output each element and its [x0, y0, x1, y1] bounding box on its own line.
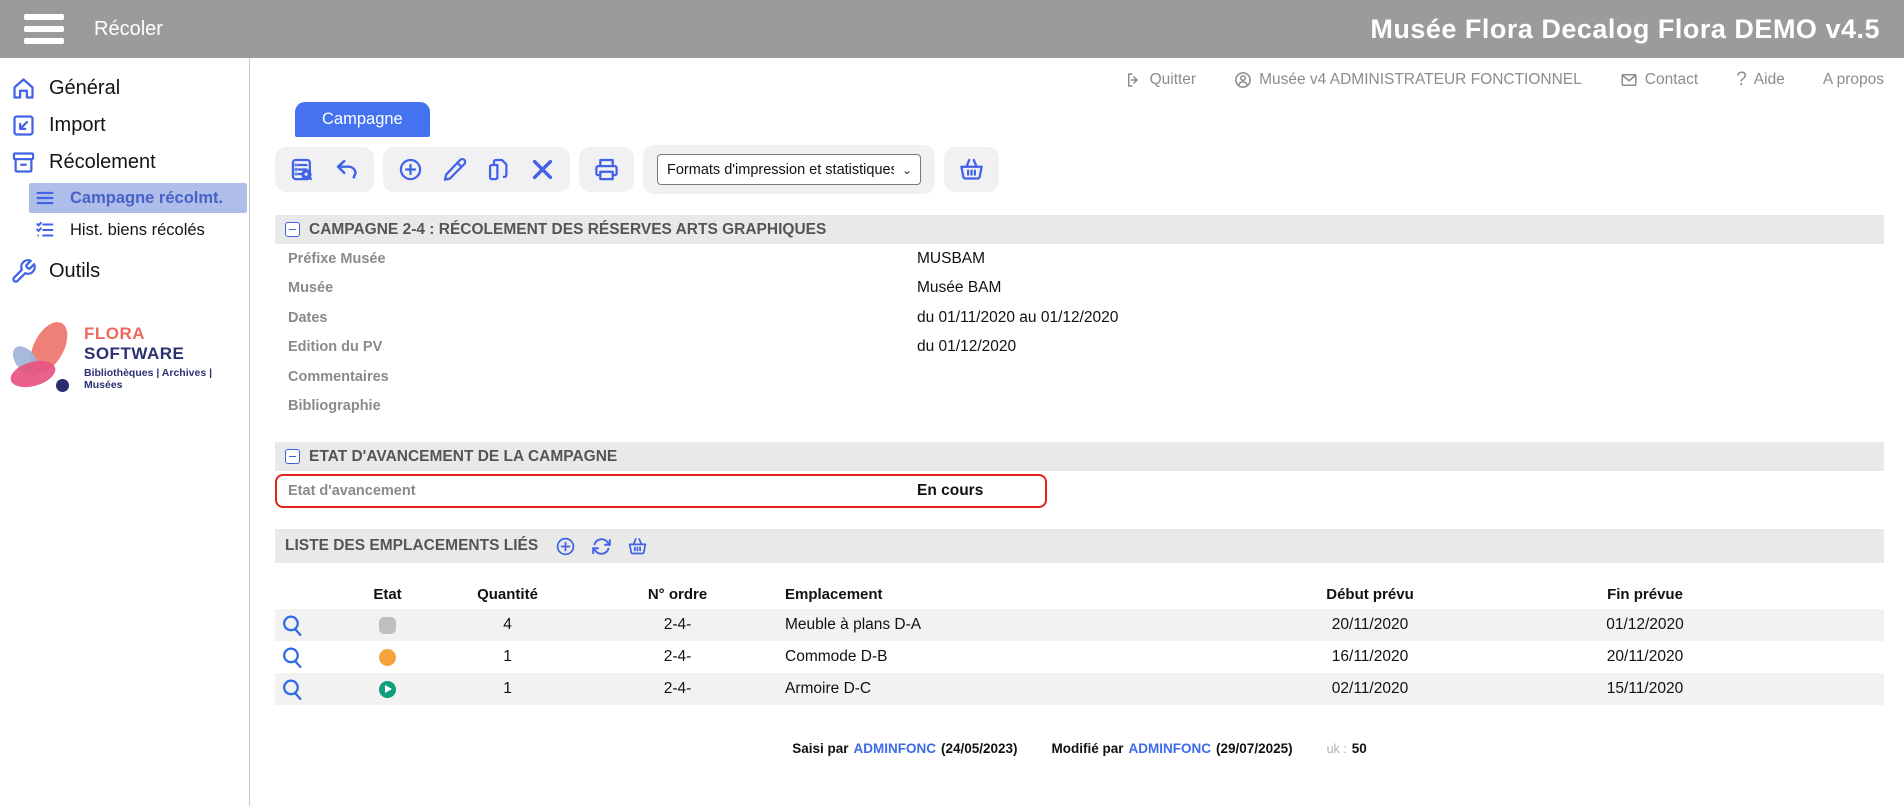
flora-logo-petals-icon — [10, 320, 72, 394]
wrench-icon — [10, 258, 37, 285]
print-format-pill: Formats d'impression et statistiques PV.… — [643, 145, 935, 194]
tab-campagne[interactable]: Campagne — [295, 102, 430, 137]
col-emplacement: Emplacement — [785, 586, 1260, 603]
basket-button[interactable] — [958, 156, 985, 183]
toolbar: Formats d'impression et statistiques PV.… — [275, 145, 1884, 194]
toolbar-group-navigation — [275, 147, 374, 192]
basket-pill — [944, 147, 999, 192]
progress-value: En cours — [917, 482, 1045, 500]
status-icon — [379, 617, 396, 634]
modifie-user-link[interactable]: ADMINFONC — [1129, 741, 1212, 756]
field-row-prefixe-musee: Préfixe Musée MUSBAM — [275, 244, 1884, 274]
app-title: Récoler — [94, 18, 163, 41]
home-icon — [10, 75, 37, 102]
envelope-icon — [1620, 71, 1638, 89]
flora-software-logo: FLORA SOFTWARE Bibliothèques | Archives … — [10, 320, 243, 394]
view-record-button[interactable] — [280, 677, 305, 702]
basket-location-button[interactable] — [627, 536, 648, 557]
locations-table-header: Etat Quantité N° ordre Emplacement Début… — [275, 579, 1884, 609]
delete-button[interactable] — [529, 156, 556, 183]
sidebar-item-general[interactable]: Général — [0, 70, 249, 107]
table-row: 1 2-4- Commode D-B 16/11/2020 20/11/2020 — [275, 641, 1884, 673]
table-row: 4 2-4- Meuble à plans D-A 20/11/2020 01/… — [275, 609, 1884, 641]
sidebar-item-label: Outils — [49, 260, 100, 283]
import-icon — [10, 112, 37, 139]
progress-section-header: ETAT D'AVANCEMENT DE LA CAMPAGNE — [275, 442, 1884, 471]
col-fin: Fin prévue — [1480, 586, 1810, 603]
window-title: Musée Flora Decalog Flora DEMO v4.5 — [1370, 14, 1880, 45]
checklist-icon — [34, 219, 56, 241]
sidebar-item-hist-biens-recoles[interactable]: Hist. biens récolés — [29, 215, 247, 245]
quitter-link[interactable]: Quitter — [1125, 71, 1197, 89]
locations-section-header: LISTE DES EMPLACEMENTS LIÉS — [275, 529, 1884, 563]
campaign-section-header: CAMPAGNE 2-4 : RÉCOLEMENT DES RÉSERVES A… — [275, 215, 1884, 244]
add-button[interactable] — [397, 156, 424, 183]
sidebar-item-recolement[interactable]: Récolement — [0, 144, 249, 181]
edit-button[interactable] — [441, 156, 468, 183]
status-icon — [379, 649, 396, 666]
col-debut: Début prévu — [1260, 586, 1480, 603]
logo-name-flora: FLORA — [84, 324, 144, 343]
header-links-row: Quitter Musée v4 ADMINISTRATEUR FONCTION… — [275, 58, 1884, 102]
col-etat: Etat — [330, 586, 445, 603]
main-content: Quitter Musée v4 ADMINISTRATEUR FONCTION… — [250, 58, 1904, 806]
sidebar-item-label: Général — [49, 77, 120, 100]
list-lines-icon — [34, 187, 56, 209]
table-row: 1 2-4- Armoire D-C 02/11/2020 15/11/2020 — [275, 673, 1884, 705]
progress-state-highlight: Etat d'avancement En cours — [275, 474, 1047, 508]
logo-name-software: SOFTWARE — [84, 344, 184, 363]
field-row-musee: Musée Musée BAM — [275, 274, 1884, 304]
progress-label: Etat d'avancement — [288, 483, 917, 499]
sidebar-item-import[interactable]: Import — [0, 107, 249, 144]
field-row-commentaires: Commentaires — [275, 362, 1884, 392]
logout-icon — [1125, 71, 1143, 89]
back-button[interactable] — [333, 156, 360, 183]
campaign-fields: Préfixe Musée MUSBAM Musée Musée BAM Dat… — [275, 244, 1884, 421]
col-quantite: Quantité — [445, 586, 570, 603]
hamburger-menu-icon[interactable] — [24, 14, 64, 44]
sidebar-item-campagne-recolmt[interactable]: Campagne récolmt. — [29, 183, 247, 213]
aide-link[interactable]: ? Aide — [1736, 69, 1785, 91]
uk-value: 50 — [1352, 741, 1367, 756]
saisi-user-link[interactable]: ADMINFONC — [853, 741, 936, 756]
refresh-button[interactable] — [591, 536, 612, 557]
copy-button[interactable] — [485, 156, 512, 183]
view-record-button[interactable] — [280, 613, 305, 638]
a-propos-link[interactable]: A propos — [1823, 71, 1884, 89]
logo-tagline: Bibliothèques | Archives | Musées — [84, 367, 243, 391]
top-bar: Récoler Musée Flora Decalog Flora DEMO v… — [0, 0, 1904, 58]
field-row-edition-pv: Edition du PV du 01/12/2020 — [275, 333, 1884, 363]
toolbar-group-edit — [383, 147, 570, 192]
sidebar: Général Import Récolement Campagne récol… — [0, 58, 250, 806]
print-button[interactable] — [593, 156, 620, 183]
user-icon — [1234, 71, 1252, 89]
field-row-dates: Dates du 01/11/2020 au 01/12/2020 — [275, 303, 1884, 333]
uk-label: uk : — [1327, 742, 1347, 756]
add-location-button[interactable] — [555, 536, 576, 557]
toolbar-group-print — [579, 147, 634, 192]
status-icon — [379, 681, 396, 698]
collapse-minus-icon[interactable] — [285, 222, 300, 237]
sidebar-item-label: Import — [49, 114, 106, 137]
sidebar-item-label: Récolement — [49, 151, 156, 174]
view-record-button[interactable] — [280, 645, 305, 670]
locations-section-title: LISTE DES EMPLACEMENTS LIÉS — [285, 537, 538, 555]
progress-section-title: ETAT D'AVANCEMENT DE LA CAMPAGNE — [309, 448, 617, 466]
sidebar-item-label: Campagne récolmt. — [70, 189, 223, 208]
col-ordre: N° ordre — [570, 586, 785, 603]
field-row-bibliographie: Bibliographie — [275, 392, 1884, 422]
user-account-link[interactable]: Musée v4 ADMINISTRATEUR FONCTIONNEL — [1234, 71, 1582, 89]
archive-box-icon — [10, 149, 37, 176]
contact-link[interactable]: Contact — [1620, 71, 1698, 89]
sidebar-item-outils[interactable]: Outils — [0, 253, 249, 290]
result-list-button[interactable] — [289, 156, 316, 183]
help-icon: ? — [1736, 69, 1747, 91]
collapse-minus-icon[interactable] — [285, 449, 300, 464]
print-format-select[interactable]: Formats d'impression et statistiques PV.… — [657, 154, 921, 185]
sidebar-item-label: Hist. biens récolés — [70, 221, 205, 240]
campaign-section-title: CAMPAGNE 2-4 : RÉCOLEMENT DES RÉSERVES A… — [309, 221, 826, 239]
record-audit-footer: Saisi par ADMINFONC (24/05/2023) Modifié… — [275, 741, 1884, 756]
